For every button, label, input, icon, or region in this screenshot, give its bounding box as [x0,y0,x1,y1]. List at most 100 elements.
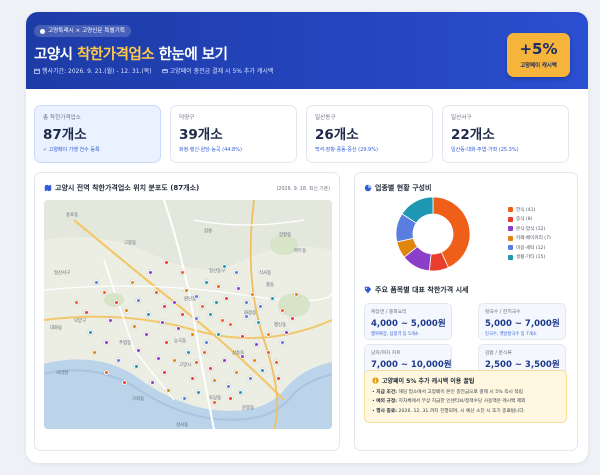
map-marker[interactable] [236,286,241,291]
price-value: 4,000 ~ 5,000원 [371,319,446,329]
map-marker[interactable] [266,332,271,337]
legend-label: 중식 (8) [516,217,533,223]
map-marker[interactable] [194,294,199,299]
map-marker[interactable] [184,288,189,293]
map-marker[interactable] [166,388,171,393]
map-marker[interactable] [124,308,129,313]
map-marker[interactable] [154,290,159,295]
map-place-label: 덕양구 [74,319,87,324]
map-marker[interactable] [104,340,109,345]
map-marker[interactable] [92,350,97,355]
map-marker[interactable] [212,400,217,405]
map-marker[interactable] [226,384,231,389]
map-marker[interactable] [224,296,229,301]
map-marker[interactable] [164,340,169,345]
map-marker[interactable] [200,304,205,309]
map-marker[interactable] [276,376,281,381]
map-marker[interactable] [172,358,177,363]
map-marker[interactable] [266,350,271,355]
map-marker[interactable] [204,280,209,285]
map-marker[interactable] [114,300,119,305]
map-marker[interactable] [108,318,113,323]
map-marker[interactable] [244,314,249,319]
map-marker[interactable] [258,304,263,309]
map-marker[interactable] [88,330,93,335]
map-marker[interactable] [150,380,155,385]
map-marker[interactable] [228,322,233,327]
map-marker[interactable] [136,298,141,303]
map-marker[interactable] [216,284,221,289]
map-marker[interactable] [176,326,181,331]
map-marker[interactable] [280,340,285,345]
map-marker[interactable] [280,308,285,313]
map-icon [44,184,52,192]
map-marker[interactable] [122,380,127,385]
map-marker[interactable] [228,396,233,401]
map-marker[interactable] [202,350,207,355]
map-marker[interactable] [164,260,169,265]
badge-percent: +5% [519,40,558,58]
map-marker[interactable] [194,316,199,321]
map-marker[interactable] [250,292,255,297]
map-marker[interactable] [208,312,213,317]
map-marker[interactable] [132,324,137,329]
map-marker[interactable] [220,318,225,323]
map-marker[interactable] [130,280,135,285]
map-marker[interactable] [238,390,243,395]
info-icon [372,377,379,384]
map-marker[interactable] [144,332,149,337]
map-marker[interactable] [254,342,259,347]
map-marker[interactable] [104,370,109,375]
map-marker[interactable] [180,270,185,275]
map-marker[interactable] [194,360,199,365]
map-marker[interactable] [146,312,151,317]
map-marker[interactable] [190,376,195,381]
map-marker[interactable] [234,370,239,375]
map-marker[interactable] [222,264,227,269]
map-marker[interactable] [84,310,89,315]
map-marker[interactable] [190,332,195,337]
map-marker[interactable] [274,360,279,365]
map-marker[interactable] [212,378,217,383]
map-marker[interactable] [290,316,295,321]
map-marker[interactable] [216,332,221,337]
map-marker[interactable] [156,356,161,361]
map-marker[interactable] [270,296,275,301]
map-marker[interactable] [162,370,167,375]
map-marker[interactable] [172,300,177,305]
stat-card-ilsandong: 일산동구 26개소 백석·장항·풍동·중산 (29.9%) [306,105,433,163]
map-marker[interactable] [244,300,249,305]
map-marker[interactable] [234,270,239,275]
map-marker[interactable] [240,334,245,339]
map-marker[interactable] [134,364,139,369]
map-marker[interactable] [284,330,289,335]
map-marker[interactable] [74,300,79,305]
map-marker[interactable] [222,358,227,363]
map-marker[interactable] [214,300,219,305]
map-marker[interactable] [182,396,187,401]
map-marker[interactable] [162,304,167,309]
map-marker[interactable] [94,280,99,285]
map-marker[interactable] [204,340,209,345]
price-panel-title: 주요 품목별 대표 착한가격 시세 [364,285,468,295]
map-marker[interactable] [252,358,257,363]
map-marker[interactable] [256,320,261,325]
stat-sub: 화정·행신·원당·능곡 (44.8%) [179,147,242,153]
map-marker[interactable] [240,354,245,359]
map-marker[interactable] [196,390,201,395]
map-marker[interactable] [148,270,153,275]
map-marker[interactable] [294,292,299,297]
map-marker[interactable] [116,358,121,363]
map-marker[interactable] [180,312,185,317]
map-marker[interactable] [248,376,253,381]
map-note: (2026. 9. 18. 최신 기준) [276,187,330,192]
map-marker[interactable] [102,290,107,295]
map-marker[interactable] [186,350,191,355]
stat-value: 87개소 [43,127,87,143]
legend-swatch [508,254,513,260]
map-marker[interactable] [160,320,165,325]
map-marker[interactable] [136,348,141,353]
map-marker[interactable] [208,366,213,371]
location-map[interactable]: 송포동 고봉동 삼송· 장항동 마두동 일산서구 일산동구 식사동 풍동 원당동 화정동 행신동 덕양구… [44,200,332,429]
map-marker[interactable] [260,368,265,373]
